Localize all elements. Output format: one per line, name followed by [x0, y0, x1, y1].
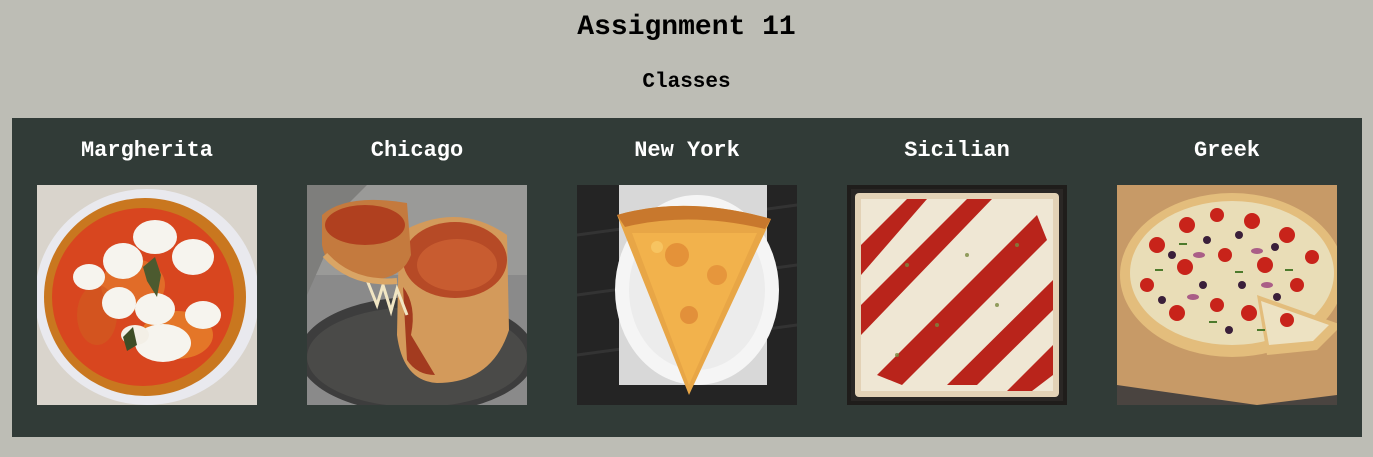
- pizza-card-title: Margherita: [80, 138, 214, 163]
- pizza-card-title: Sicilian: [904, 138, 1010, 163]
- sicilian-pizza-image: [847, 185, 1067, 405]
- margherita-pizza-image: [37, 185, 257, 405]
- pizza-card-margherita: Margherita: [37, 118, 257, 437]
- pizza-card-title: New York: [634, 138, 740, 163]
- page-title: Assignment 11: [577, 12, 796, 43]
- pizza-card-title: Greek: [1193, 138, 1260, 163]
- pizza-card-new-york: New York: [577, 118, 797, 437]
- pizza-card-title: Chicago: [370, 138, 464, 163]
- pizza-card-sicilian: Sicilian: [847, 118, 1067, 437]
- greek-pizza-image: [1117, 185, 1337, 405]
- chicago-pizza-image: [307, 185, 527, 405]
- page-subtitle: Classes: [642, 71, 731, 94]
- new-york-pizza-image: [577, 185, 797, 405]
- pizza-gallery: Margherita Chicago New York Sicilian Gre…: [12, 118, 1362, 437]
- pizza-card-greek: Greek: [1117, 118, 1337, 437]
- pizza-card-chicago: Chicago: [307, 118, 527, 437]
